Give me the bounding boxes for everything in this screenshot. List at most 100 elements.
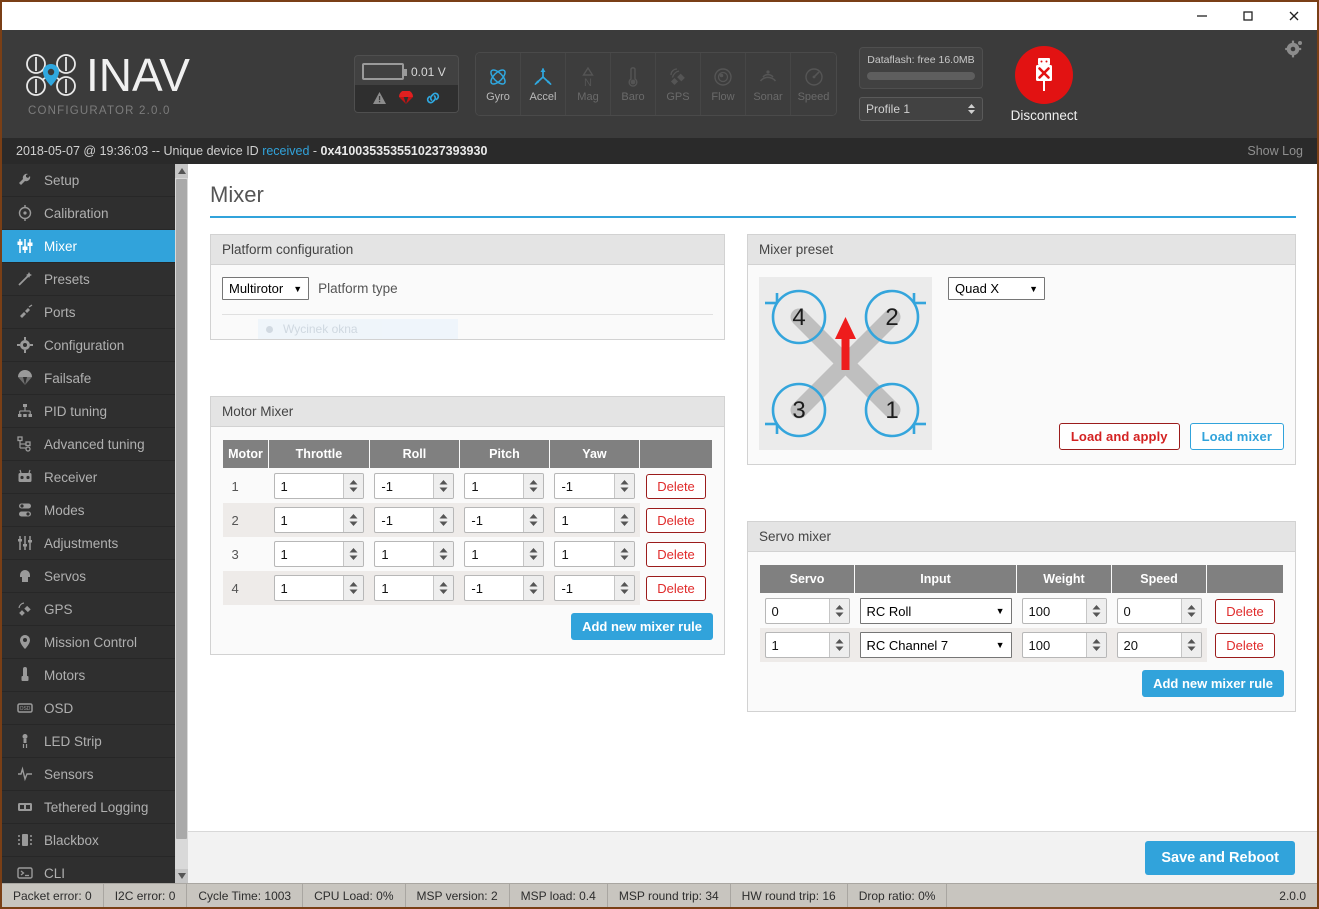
sidebar-item-advanced-tuning[interactable]: Advanced tuning [2, 428, 188, 461]
sidebar-item-receiver[interactable]: Receiver [2, 461, 188, 494]
servo-speed-input[interactable]: 0 [1116, 598, 1202, 624]
motor-yaw-input[interactable]: 1 [554, 541, 635, 567]
link-icon[interactable] [425, 91, 441, 105]
motor-mixer-table: Motor Throttle Roll Pitch Yaw 1 1 -1 1 -1 Delete 2… [222, 439, 713, 605]
stepper-buttons[interactable] [523, 542, 544, 566]
motor-pitch-input[interactable]: 1 [464, 473, 545, 499]
motor-yaw-input[interactable]: -1 [554, 473, 635, 499]
stepper-buttons[interactable] [1180, 599, 1201, 623]
motor-add-mixer-rule-button[interactable]: Add new mixer rule [571, 613, 713, 640]
show-log-button[interactable]: Show Log [1247, 144, 1303, 158]
sidebar-item-adjustments[interactable]: Adjustments [2, 527, 188, 560]
sidebar-item-blackbox[interactable]: Blackbox [2, 824, 188, 857]
stepper-buttons[interactable] [523, 508, 544, 532]
scroll-down-arrow[interactable] [175, 869, 188, 883]
motor-throttle-input[interactable]: 1 [273, 473, 365, 499]
sensor-sonar: Sonar [746, 53, 791, 115]
stepper-buttons[interactable] [613, 474, 634, 498]
sidebar-item-led-strip[interactable]: LED Strip [2, 725, 188, 758]
settings-button[interactable] [1285, 40, 1303, 63]
servo-add-mixer-rule-button[interactable]: Add new mixer rule [1142, 670, 1284, 697]
stepper-buttons[interactable] [343, 576, 364, 600]
stepper-buttons[interactable] [523, 474, 544, 498]
warning-icon[interactable] [372, 91, 387, 105]
motor-delete-button[interactable]: Delete [646, 541, 706, 567]
sidebar-item-gps[interactable]: GPS [2, 593, 188, 626]
motor-throttle-input[interactable]: 1 [273, 575, 365, 601]
sidebar-item-motors[interactable]: Motors [2, 659, 188, 692]
sidebar-item-modes[interactable]: Modes [2, 494, 188, 527]
stepper-buttons[interactable] [613, 508, 634, 532]
sidebar-item-tethered-logging[interactable]: Tethered Logging [2, 791, 188, 824]
stepper-buttons[interactable] [523, 576, 544, 600]
stepper-buttons[interactable] [343, 542, 364, 566]
servo-delete-button[interactable]: Delete [1215, 632, 1275, 658]
servo-input-select[interactable]: RC Channel 7 ▼ [859, 632, 1012, 658]
sidebar-item-mixer[interactable]: Mixer [2, 230, 188, 263]
servo-delete-button[interactable]: Delete [1215, 598, 1275, 624]
sidebar-item-failsafe[interactable]: Failsafe [2, 362, 188, 395]
motor-throttle-input[interactable]: 1 [273, 507, 365, 533]
servo-index-input[interactable]: 0 [764, 598, 850, 624]
motor-delete-button[interactable]: Delete [646, 473, 706, 499]
stepper-buttons[interactable] [1085, 633, 1106, 657]
gps-satellite-icon [670, 67, 685, 85]
window-close-button[interactable] [1271, 2, 1317, 30]
stepper-buttons[interactable] [1180, 633, 1201, 657]
servo-index-input[interactable]: 1 [764, 632, 850, 658]
servo-weight-input[interactable]: 100 [1021, 632, 1107, 658]
sidebar-item-presets[interactable]: Presets [2, 263, 188, 296]
stepper-buttons[interactable] [613, 542, 634, 566]
motor-pitch-input[interactable]: 1 [464, 541, 545, 567]
motor-roll-input[interactable]: 1 [374, 575, 455, 601]
window-maximize-button[interactable] [1225, 2, 1271, 30]
sidebar-item-osd[interactable]: OSD OSD [2, 692, 188, 725]
stepper-buttons[interactable] [433, 542, 454, 566]
motor-delete-button[interactable]: Delete [646, 575, 706, 601]
stepper-buttons[interactable] [828, 633, 849, 657]
sidebar-item-pid-tuning[interactable]: PID tuning [2, 395, 188, 428]
stepper-buttons[interactable] [828, 599, 849, 623]
disconnect-button[interactable]: Disconnect [1001, 45, 1087, 123]
motor-pitch-input[interactable]: -1 [464, 575, 545, 601]
load-and-apply-button[interactable]: Load and apply [1058, 423, 1180, 450]
servo-input-select[interactable]: RC Roll ▼ [859, 598, 1012, 624]
stepper-buttons[interactable] [613, 576, 634, 600]
motor-yaw-input[interactable]: -1 [554, 575, 635, 601]
stepper-buttons[interactable] [343, 474, 364, 498]
sidebar-item-sensors[interactable]: Sensors [2, 758, 188, 791]
sidebar-scrollbar[interactable] [175, 164, 188, 883]
sidebar-item-configuration[interactable]: Configuration [2, 329, 188, 362]
sidebar-item-servos[interactable]: Servos [2, 560, 188, 593]
save-and-reboot-button[interactable]: Save and Reboot [1145, 840, 1295, 875]
sidebar-item-label: Mission Control [44, 634, 138, 650]
sidebar-item-calibration[interactable]: Calibration [2, 197, 188, 230]
stepper-buttons[interactable] [1085, 599, 1106, 623]
motor-throttle-input[interactable]: 1 [273, 541, 365, 567]
scroll-up-arrow[interactable] [175, 164, 188, 178]
stepper-buttons[interactable] [343, 508, 364, 532]
servo-index-input-value: 1 [771, 637, 779, 653]
profile-select[interactable]: Profile 1 [859, 97, 983, 121]
parachute-failsafe-icon[interactable] [398, 91, 414, 105]
motor-roll-input[interactable]: -1 [374, 507, 455, 533]
stepper-buttons[interactable] [433, 576, 454, 600]
sidebar-item-ports[interactable]: Ports [2, 296, 188, 329]
motor-delete-button[interactable]: Delete [646, 507, 706, 533]
servo-speed-input[interactable]: 20 [1116, 632, 1202, 658]
motor-pitch-input[interactable]: -1 [464, 507, 545, 533]
sidebar-item-setup[interactable]: Setup [2, 164, 188, 197]
servo-weight-input[interactable]: 100 [1021, 598, 1107, 624]
platform-type-select[interactable]: Multirotor ▼ [222, 277, 310, 300]
sidebar-item-mission-control[interactable]: Mission Control [2, 626, 188, 659]
window-minimize-button[interactable] [1179, 2, 1225, 30]
motor-roll-input[interactable]: -1 [374, 473, 455, 499]
mixer-preset-select[interactable]: Quad X ▼ [948, 277, 1045, 300]
motor-roll-input[interactable]: 1 [374, 541, 455, 567]
motor-yaw-input[interactable]: 1 [554, 507, 635, 533]
stepper-buttons[interactable] [433, 474, 454, 498]
load-mixer-button[interactable]: Load mixer [1189, 423, 1284, 450]
stepper-buttons[interactable] [433, 508, 454, 532]
sidebar-scroll-thumb[interactable] [176, 179, 187, 839]
sidebar-item-cli[interactable]: CLI [2, 857, 188, 883]
